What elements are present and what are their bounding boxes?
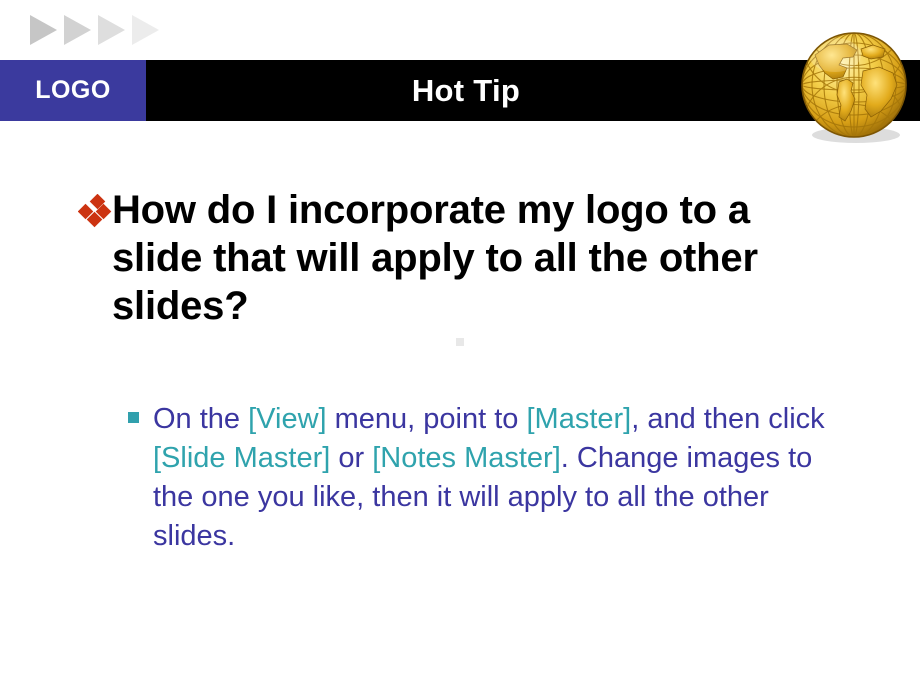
- body-keyword: [Master]: [526, 403, 632, 435]
- body-segment: or: [330, 442, 373, 474]
- heading-text: How do I incorporate my logo to a slide …: [112, 188, 758, 328]
- body-keyword: [Notes Master]: [372, 442, 561, 474]
- slide-title: Hot Tip: [411, 72, 521, 108]
- faint-marker-square: [456, 338, 464, 346]
- globe-icon: [795, 25, 913, 143]
- body-keyword: [Slide Master]: [153, 442, 331, 474]
- body-segment: , and then click: [631, 403, 825, 435]
- logo-placeholder: LOGO: [0, 60, 146, 121]
- body-text: On the [View] menu, point to [Master], a…: [153, 400, 833, 556]
- triangle-right-icon: [64, 15, 91, 45]
- body-segment: menu, point to: [326, 403, 527, 435]
- body-segment: On the: [153, 403, 249, 435]
- heading-block: How do I incorporate my logo to a slide …: [77, 186, 868, 330]
- triangle-right-icon: [98, 15, 125, 45]
- triangle-right-icon: [132, 15, 159, 45]
- logo-label: LOGO: [35, 76, 111, 104]
- diamond-cluster-bullet-icon: [77, 193, 112, 228]
- triangle-right-icon: [30, 15, 57, 45]
- body-keyword: [View]: [248, 403, 327, 435]
- decorative-arrow-strip: [30, 15, 190, 47]
- body-block: On the [View] menu, point to [Master], a…: [128, 400, 868, 556]
- square-bullet-icon: [128, 412, 139, 423]
